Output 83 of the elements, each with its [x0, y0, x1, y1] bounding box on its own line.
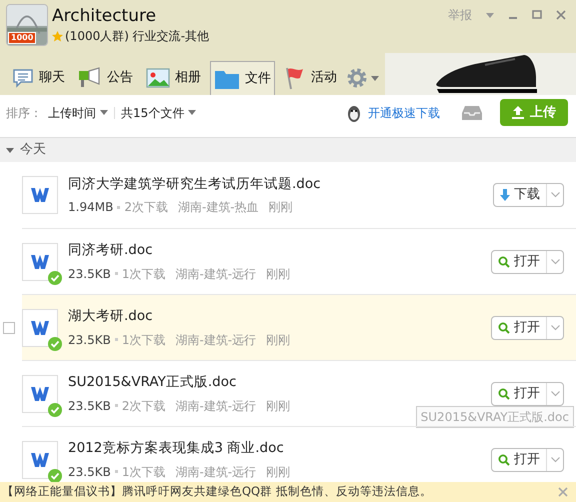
- member-badge: 1000: [8, 32, 36, 44]
- file-row[interactable]: SU2015&VRAY正式版.doc 23.5KB 2次下载 湖南-建筑-远行 刚刚 打开 SU2015&VRAY正式版.doc: [22, 360, 576, 426]
- upload-icon: [512, 106, 524, 119]
- file-name: 同济大学建筑学研究生考试历年试题.doc: [68, 174, 321, 194]
- sort-dropdown[interactable]: 上传时间: [48, 104, 108, 122]
- search-icon: [498, 388, 510, 400]
- file-name: 同济考研.doc: [68, 241, 154, 260]
- word-document-icon: [31, 320, 49, 334]
- inbox-icon[interactable]: [462, 104, 482, 120]
- maximize-icon[interactable]: [532, 10, 542, 20]
- file-name: SU2015&VRAY正式版.doc: [68, 373, 238, 392]
- search-icon: [498, 322, 510, 334]
- file-row[interactable]: 同济大学建筑学研究生考试历年试题.doc 1.94MB 2次下载 湖南-建筑-热血 刚刚 下载: [22, 162, 576, 228]
- check-badge-icon: [48, 270, 62, 284]
- sort-label: 排序：: [6, 104, 42, 122]
- download-count: 1次下载: [122, 464, 166, 481]
- upload-time: 刚刚: [266, 332, 290, 349]
- word-document-icon: [31, 386, 49, 400]
- caret-icon: [100, 110, 108, 115]
- download-count: 1次下载: [122, 332, 166, 349]
- flag-icon: [284, 66, 306, 90]
- file-size: 1.94MB: [68, 199, 114, 216]
- gear-icon: [346, 67, 368, 89]
- more-options-button[interactable]: [546, 184, 563, 206]
- row-checkbox[interactable]: [3, 322, 15, 334]
- download-count: 2次下载: [122, 398, 166, 415]
- file-size: 23.5KB: [68, 266, 111, 283]
- search-icon: [498, 454, 510, 466]
- tab[interactable]: 相册: [142, 61, 205, 95]
- download-arrow-icon: [500, 189, 510, 201]
- upload-time: 刚刚: [268, 199, 293, 216]
- chevron-down-icon: [550, 456, 560, 462]
- uploader: 湖南-建筑-远行: [175, 332, 256, 349]
- chevron-down-icon: [550, 324, 560, 330]
- caret-icon: [6, 148, 14, 152]
- file-size: 23.5KB: [68, 464, 111, 481]
- word-document-icon: [31, 452, 49, 466]
- uploader: 湖南-建筑-远行: [175, 398, 256, 415]
- file-size: 23.5KB: [68, 332, 111, 349]
- speed-download-link[interactable]: 开通极速下载: [368, 104, 440, 122]
- tab[interactable]: 文件: [210, 61, 275, 95]
- check-badge-icon: [48, 468, 62, 482]
- window-title: Architecture: [52, 5, 158, 27]
- tooltip: SU2015&VRAY正式版.doc: [416, 406, 574, 428]
- file-name: 湖大考研.doc: [68, 307, 154, 326]
- file-name: 2012竞标方案表现集成3 商业.doc: [68, 439, 285, 458]
- caret-icon: [371, 76, 379, 80]
- word-document-icon: [31, 254, 49, 268]
- tab[interactable]: 公告: [74, 61, 137, 95]
- upload-time: 刚刚: [266, 464, 290, 481]
- caret-icon: [486, 12, 494, 18]
- more-options-button[interactable]: [546, 316, 563, 338]
- chevron-down-icon: [550, 390, 560, 396]
- tab[interactable]: 聊天: [8, 61, 69, 95]
- more-options-button[interactable]: [546, 448, 563, 470]
- word-document-icon: [31, 188, 49, 202]
- notice-text: 【网络正能量倡议书】腾讯呼吁网友共建绿色QQ群 抵制色情、反动等违法信息。: [2, 483, 432, 500]
- star-icon: [52, 30, 63, 42]
- group-info: (1000人群) 行业交流-其他: [65, 28, 210, 45]
- uploader: 湖南-建筑-热血: [178, 199, 259, 216]
- upload-time: 刚刚: [266, 266, 290, 283]
- close-icon[interactable]: [558, 487, 568, 497]
- more-options-button[interactable]: [546, 250, 563, 272]
- chat-bubble-icon: [12, 68, 34, 88]
- check-badge-icon: [48, 402, 62, 416]
- chevron-down-icon: [550, 258, 560, 264]
- search-icon: [498, 256, 510, 268]
- megaphone-icon: [78, 67, 102, 89]
- file-count-dropdown[interactable]: 共15个文件: [121, 104, 196, 122]
- section-header[interactable]: 今天: [0, 137, 576, 162]
- file-size: 23.5KB: [68, 398, 111, 415]
- upload-time: 刚刚: [266, 398, 290, 415]
- uploader: 湖南-建筑-远行: [175, 464, 256, 481]
- download-count: 2次下载: [124, 199, 168, 216]
- download-count: 1次下载: [122, 266, 166, 283]
- chevron-down-icon: [550, 192, 560, 198]
- close-icon[interactable]: [556, 10, 566, 20]
- uploader: 湖南-建筑-远行: [175, 266, 256, 283]
- image-icon: [146, 68, 170, 88]
- more-options-button[interactable]: [546, 382, 563, 404]
- tab[interactable]: 活动: [280, 61, 341, 95]
- caret-icon: [188, 110, 196, 115]
- check-badge-icon: [48, 336, 62, 350]
